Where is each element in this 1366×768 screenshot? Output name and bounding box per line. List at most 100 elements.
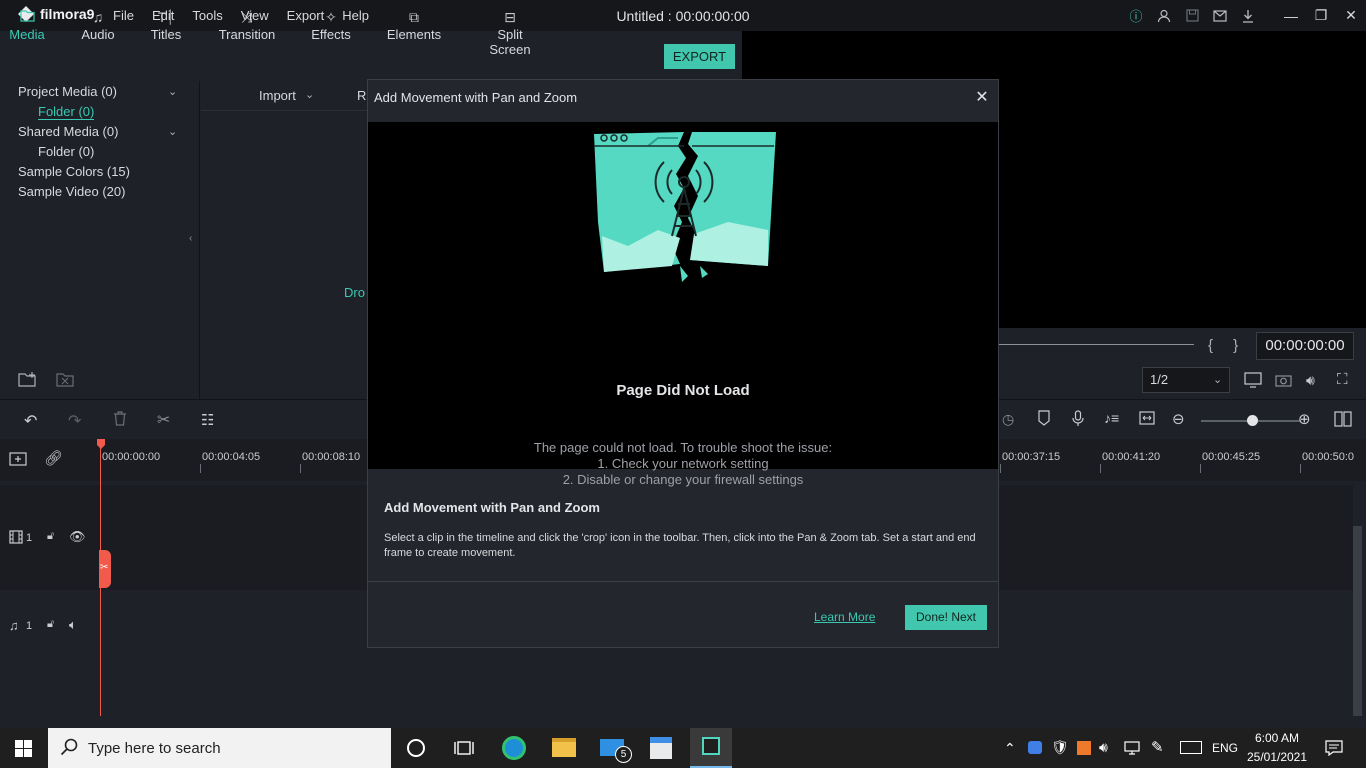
- adjust-settings-icon[interactable]: ☷: [201, 411, 214, 429]
- link-icon[interactable]: 🔗︎: [44, 449, 63, 467]
- preview-ratio-select[interactable]: 1/2 ⌄: [1142, 367, 1230, 393]
- cut-scissors-icon[interactable]: ✂︎: [157, 410, 170, 430]
- info-title: Add Movement with Pan and Zoom: [384, 500, 600, 515]
- security-shield-icon[interactable]: 🛡︎: [1051, 739, 1069, 756]
- info-icon[interactable]: ⓘ: [1122, 0, 1150, 31]
- snapshot-camera-icon[interactable]: [1275, 373, 1292, 392]
- tick-mark: [1300, 464, 1301, 473]
- clock-date[interactable]: 25/01/2021: [1246, 750, 1308, 764]
- keyboard-icon[interactable]: [1180, 741, 1202, 754]
- library-item-shared-media[interactable]: Shared Media (0): [18, 124, 118, 139]
- file-explorer-icon[interactable]: [552, 738, 576, 757]
- learn-more-link[interactable]: Learn More: [814, 610, 875, 624]
- mail-icon[interactable]: [1206, 0, 1234, 31]
- speaker-tray-icon[interactable]: 🔊︎: [1099, 739, 1108, 756]
- chevron-down-icon[interactable]: ⌄: [305, 88, 314, 101]
- lock-icon[interactable]: 🔓︎: [47, 618, 54, 631]
- mark-in-out-braces[interactable]: { }: [1208, 337, 1246, 354]
- tick-label: 00:00:37:15: [1002, 451, 1061, 463]
- task-view-icon[interactable]: [454, 739, 474, 762]
- zoom-slider-handle[interactable]: [1247, 415, 1258, 426]
- account-icon[interactable]: [1150, 0, 1178, 31]
- clock-time[interactable]: 6:00 AM: [1254, 731, 1300, 745]
- chevron-down-icon[interactable]: ⌄: [168, 85, 177, 98]
- split-screen-icon: ⊟: [504, 9, 516, 25]
- redo-icon[interactable]: ↷: [68, 411, 81, 431]
- broken-page-illustration: [594, 132, 776, 282]
- record-dropdown[interactable]: R: [357, 88, 366, 103]
- elements-icon: ⧉: [409, 9, 419, 25]
- library-item-project-media[interactable]: Project Media (0): [18, 84, 117, 99]
- zoom-app-tray-icon[interactable]: [1028, 741, 1042, 754]
- download-icon[interactable]: [1234, 0, 1262, 31]
- close-window-button[interactable]: ✕: [1336, 0, 1366, 31]
- filmora-taskbar-icon: [702, 737, 720, 755]
- maximize-button[interactable]: ❐: [1306, 0, 1336, 31]
- new-folder-icon[interactable]: [18, 371, 38, 393]
- library-item-folder-shared[interactable]: Folder (0): [38, 144, 94, 159]
- pen-icon[interactable]: ✎: [1151, 738, 1164, 756]
- done-next-button[interactable]: Done! Next: [905, 605, 987, 630]
- video-track-number: 1: [26, 532, 33, 544]
- filmora-taskbar-button[interactable]: [690, 728, 732, 768]
- save-icon[interactable]: [1178, 0, 1206, 31]
- tab-media-label: Media: [9, 27, 45, 42]
- tab-titles-label: Titles: [150, 27, 182, 42]
- title-bar: filmora9 File Edit Tools View Export Hel…: [0, 0, 1366, 31]
- tray-expand-icon[interactable]: ⌃: [1004, 740, 1016, 757]
- collapse-panel-icon[interactable]: ‹: [189, 233, 192, 244]
- dialog-close-button[interactable]: ✕: [972, 88, 992, 108]
- add-track-icon[interactable]: [9, 450, 29, 472]
- tab-split-screen[interactable]: ⊟ Split Screen: [475, 9, 545, 57]
- volume-icon[interactable]: 🔊︎: [1306, 372, 1315, 389]
- undo-icon[interactable]: ↶: [24, 411, 37, 431]
- zoom-in-icon[interactable]: ⊕: [1298, 410, 1311, 428]
- audio-mixer-icon[interactable]: ♪≡: [1104, 410, 1119, 426]
- network-icon[interactable]: [1124, 741, 1140, 760]
- error-line: 1. Check your network setting: [597, 456, 769, 471]
- delete-folder-icon[interactable]: [56, 371, 76, 393]
- tick-label: 00:00:00:00: [102, 451, 161, 463]
- tab-audio[interactable]: ♫ Audio: [78, 9, 118, 42]
- split-view-icon[interactable]: [1334, 411, 1352, 432]
- antivirus-tray-icon[interactable]: [1077, 741, 1091, 755]
- eye-icon[interactable]: 👁︎: [69, 529, 86, 545]
- zoom-out-icon[interactable]: ⊖: [1172, 410, 1185, 428]
- chevron-down-icon[interactable]: ⌄: [168, 125, 177, 138]
- tab-elements[interactable]: ⧉ Elements: [385, 9, 443, 42]
- store-icon[interactable]: [650, 737, 672, 759]
- display-settings-icon[interactable]: [1244, 372, 1264, 393]
- microphone-icon[interactable]: [1072, 410, 1084, 432]
- delete-icon[interactable]: [113, 411, 127, 431]
- cortana-icon[interactable]: [407, 739, 425, 757]
- minimize-button[interactable]: —: [1276, 0, 1306, 31]
- speaker-icon[interactable]: 🔈︎: [69, 617, 77, 633]
- transition-icon: ⤨: [241, 9, 253, 25]
- lock-icon[interactable]: 🔓︎: [47, 530, 54, 543]
- tick-label: 00:00:08:10: [302, 451, 361, 463]
- tab-titles[interactable]: T⏐ Titles: [148, 9, 184, 42]
- preview-progress-bar[interactable]: [999, 344, 1194, 345]
- tab-effects-label: Effects: [311, 27, 351, 42]
- dialog-header: Add Movement with Pan and Zoom ✕: [368, 80, 998, 122]
- fit-timeline-icon[interactable]: [1139, 411, 1155, 430]
- language-indicator[interactable]: ENG: [1212, 741, 1238, 755]
- library-item-sample-colors[interactable]: Sample Colors (15): [18, 164, 130, 179]
- library-item-folder-project[interactable]: Folder (0): [38, 104, 95, 120]
- tab-elements-label: Elements: [386, 27, 442, 42]
- edge-browser-icon[interactable]: [502, 736, 526, 760]
- export-button[interactable]: EXPORT: [664, 44, 735, 69]
- tab-transition[interactable]: ⤨ Transition: [216, 9, 278, 42]
- import-dropdown[interactable]: Import: [259, 88, 296, 103]
- render-preview-icon[interactable]: ◷: [1002, 411, 1014, 428]
- playhead-scissor-handle[interactable]: ✂︎: [99, 550, 111, 588]
- notifications-icon[interactable]: [1325, 740, 1343, 761]
- timeline-scrollbar[interactable]: [1353, 526, 1362, 716]
- tab-effects[interactable]: ✧ Effects: [309, 9, 353, 42]
- library-item-sample-video[interactable]: Sample Video (20): [18, 184, 125, 199]
- windows-start-icon[interactable]: [15, 740, 32, 762]
- tab-media[interactable]: Media: [8, 9, 46, 42]
- video-track-icon: [9, 530, 23, 549]
- fullscreen-icon[interactable]: ⛶: [1337, 371, 1348, 388]
- marker-icon[interactable]: [1038, 410, 1050, 431]
